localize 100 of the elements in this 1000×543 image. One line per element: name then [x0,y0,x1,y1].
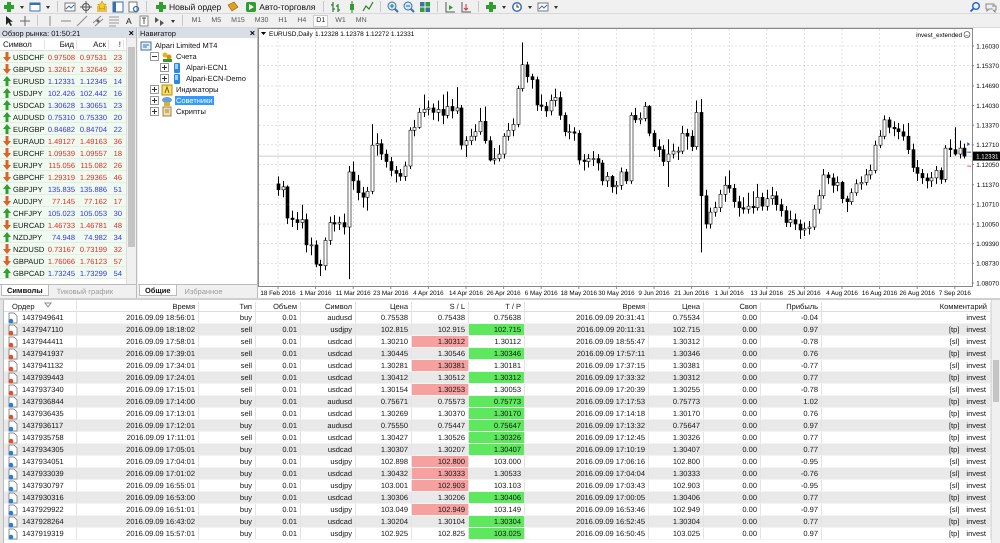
expand-icon[interactable] [150,96,159,105]
caret-icon[interactable] [261,32,266,35]
candlestick [676,146,680,161]
candlestick [738,195,742,218]
candlestick [376,132,380,156]
candlestick [446,91,450,119]
text-label-icon[interactable] [138,14,150,26]
candlestick [564,112,568,137]
candlestick [940,166,944,184]
order-icon [7,384,19,396]
expand-icon[interactable] [160,63,169,72]
candlestick [488,136,492,162]
candlestick [832,172,836,194]
cursor-icon[interactable] [3,14,15,26]
terminal-icon[interactable] [112,0,124,12]
zoom-out-icon[interactable] [403,0,416,12]
tester-icon[interactable] [128,0,140,12]
candlestick [896,122,900,140]
candlestick [808,220,812,235]
text-tool-button[interactable]: A [124,14,134,27]
candlestick [568,124,572,140]
autoscroll-icon[interactable] [460,0,472,12]
candlestick [930,171,934,188]
candlestick [544,101,548,118]
candlestick [634,107,638,124]
candlestick [398,168,402,182]
candlestick [742,196,746,214]
scrollbar[interactable] [126,38,136,284]
terminal-icon [140,40,152,52]
candlestick [822,168,826,200]
search-icon[interactable] [969,0,981,12]
up-arrow-icon [1,99,11,111]
smiley-icon [964,31,970,38]
column-header[interactable]: ! [109,40,124,48]
candlestick [680,125,684,155]
candlestick [714,201,718,218]
candlestick [860,176,864,190]
candlestick [318,259,322,277]
column-header[interactable]: Аск [77,40,109,48]
candlestick [474,124,478,142]
candlestick [342,213,346,235]
order-icon [7,480,19,492]
scrollbar[interactable] [991,300,1000,543]
candlestick [854,178,858,196]
chat-icon[interactable] [985,0,997,12]
clock-icon[interactable] [511,0,524,12]
column-header[interactable]: Бид [45,40,77,48]
candlestick [756,183,760,212]
close-button[interactable]: × [250,28,255,38]
candlestick [498,144,502,162]
candlestick [840,180,844,204]
candlestick [798,219,802,240]
line-chart-icon[interactable] [362,0,374,12]
candlestick [638,112,642,125]
candlestick [426,100,430,116]
candlestick [728,170,732,194]
candlestick [882,114,886,140]
candlestick [394,165,398,183]
candlestick [520,42,524,92]
candlestick [290,210,294,228]
candlestick [356,174,360,201]
expand-icon[interactable] [150,107,159,116]
expand-icon[interactable] [150,85,159,94]
profiles-icon[interactable] [29,0,41,12]
candlestick [934,165,938,184]
navigator-icon[interactable] [96,0,108,12]
column-header[interactable]: Символ [0,40,45,48]
order-icon [7,372,19,384]
new-order-button[interactable]: Новый ордер [153,0,224,13]
candlestick [422,94,426,118]
candlestick [412,119,416,137]
up-arrow-icon [1,123,11,135]
bar-chart-icon[interactable] [330,0,342,12]
candlestick [906,122,910,155]
order-icon [7,324,19,336]
candlestick [282,180,286,198]
candlestick [836,176,840,192]
plus-icon [155,0,167,12]
zoom-in-icon[interactable] [387,0,400,12]
candlestick [920,168,924,184]
up-arrow-icon [1,87,11,99]
up-arrow-icon [1,183,11,195]
up-arrow-icon [1,267,11,279]
tile-windows-icon[interactable] [419,0,432,12]
collapse-icon[interactable] [150,52,159,61]
candlestick [432,102,436,120]
crosshair-icon[interactable] [19,14,31,26]
candlestick [850,188,854,206]
arrows-icon[interactable] [154,14,166,26]
candlestick [614,180,618,195]
chart-shift-icon[interactable] [444,0,456,12]
down-arrow-icon [1,159,11,171]
autotrading-button[interactable]: Авто-торговля [243,0,318,13]
candlestick [484,106,488,144]
candlestick [916,160,920,182]
channel-icon[interactable] [92,14,104,26]
crosshair-icon[interactable] [80,0,92,12]
expand-icon[interactable] [160,74,169,83]
trend-line-icon[interactable] [76,14,88,26]
close-button[interactable]: × [128,28,134,38]
